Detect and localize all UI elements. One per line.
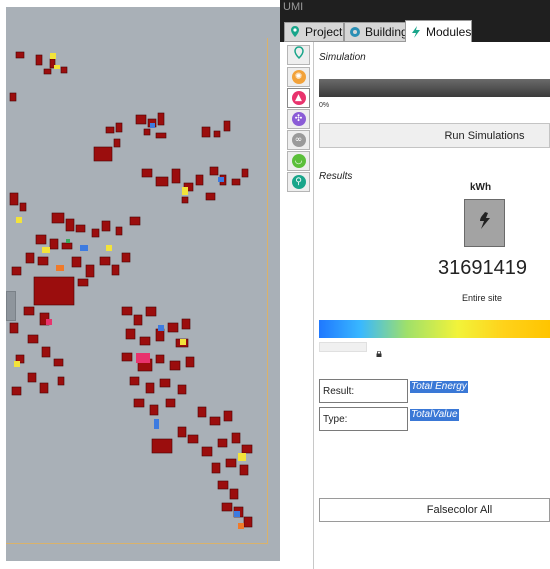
legend-range-slider[interactable] <box>319 342 367 352</box>
total-energy-value: 31691419 <box>438 257 527 279</box>
sidebar-item-daylight[interactable]: ✺ <box>287 67 310 87</box>
tab-modules-label: Modules <box>426 24 472 39</box>
sidebar-item-mobility[interactable]: ⚲ <box>287 172 310 192</box>
walking-icon: ⚲ <box>291 175 306 189</box>
sidebar-item-lifecycle[interactable]: ∞ <box>287 130 310 150</box>
tab-modules[interactable]: Modules <box>405 20 472 42</box>
falsecolor-all-button[interactable]: Falsecolor All <box>319 498 550 522</box>
results-scope-label: Entire site <box>462 293 503 303</box>
type-selector-row: Type: TotalValue <box>319 407 550 431</box>
sidebar-item-energy[interactable]: ▲ <box>287 88 310 108</box>
gear-icon <box>348 25 362 39</box>
lightning-icon <box>409 25 423 39</box>
results-section-label: Results <box>319 171 353 182</box>
lock-icon[interactable] <box>376 344 382 357</box>
sun-icon: ✺ <box>291 70 306 84</box>
viewport[interactable] <box>0 0 280 569</box>
tab-building-label: Building <box>365 25 408 39</box>
results-unit-label: kWh <box>470 182 492 193</box>
result-value-dropdown[interactable]: Total Energy <box>410 381 468 393</box>
location-pin-icon <box>292 45 306 65</box>
modules-content: ✺ ▲ ✣ ∞ ◡ ⚲ Simulation 0% Run Simulation… <box>280 42 550 569</box>
module-sidebar: ✺ ▲ ✣ ∞ ◡ ⚲ <box>284 42 314 569</box>
result-field-label: Result: <box>319 379 408 403</box>
infinity-icon: ∞ <box>291 133 306 147</box>
sidebar-item-location[interactable] <box>287 45 310 65</box>
simulation-section-label: Simulation <box>319 52 366 63</box>
food-basket-icon: ◡ <box>291 154 306 168</box>
tab-project-label: Project <box>305 25 343 39</box>
run-simulations-button[interactable]: Run Simulations <box>319 123 550 148</box>
type-value-dropdown[interactable]: TotalValue <box>410 409 459 421</box>
color-legend-bar <box>319 320 550 338</box>
energy-flame-icon: ▲ <box>291 91 306 105</box>
sidebar-item-food[interactable]: ◡ <box>287 151 310 171</box>
simulation-progress-bar <box>319 79 550 97</box>
map-pin-icon <box>288 25 302 39</box>
result-selector-row: Result: Total Energy <box>319 379 550 403</box>
sidebar-item-network[interactable]: ✣ <box>287 109 310 129</box>
tab-building[interactable]: Building <box>344 22 411 42</box>
viewport-collapse-handle[interactable] <box>6 291 16 321</box>
type-field-label: Type: <box>319 407 408 431</box>
city-map-canvas[interactable] <box>6 7 280 561</box>
simulation-progress-text: 0% <box>319 102 330 109</box>
energy-lightning-icon <box>476 211 494 236</box>
tab-project[interactable]: Project <box>284 22 344 42</box>
window-title: UMI <box>283 1 304 13</box>
energy-module-main: Simulation 0% Run Simulations Results kW… <box>316 42 550 569</box>
umi-panel: UMI Project Building Modules ✺ ▲ ✣ ∞ ◡ ⚲… <box>280 0 550 569</box>
network-icon: ✣ <box>291 112 306 126</box>
energy-result-button[interactable] <box>464 199 505 247</box>
building-footprints <box>9 51 253 529</box>
tab-bar: Project Building Modules <box>280 20 550 42</box>
